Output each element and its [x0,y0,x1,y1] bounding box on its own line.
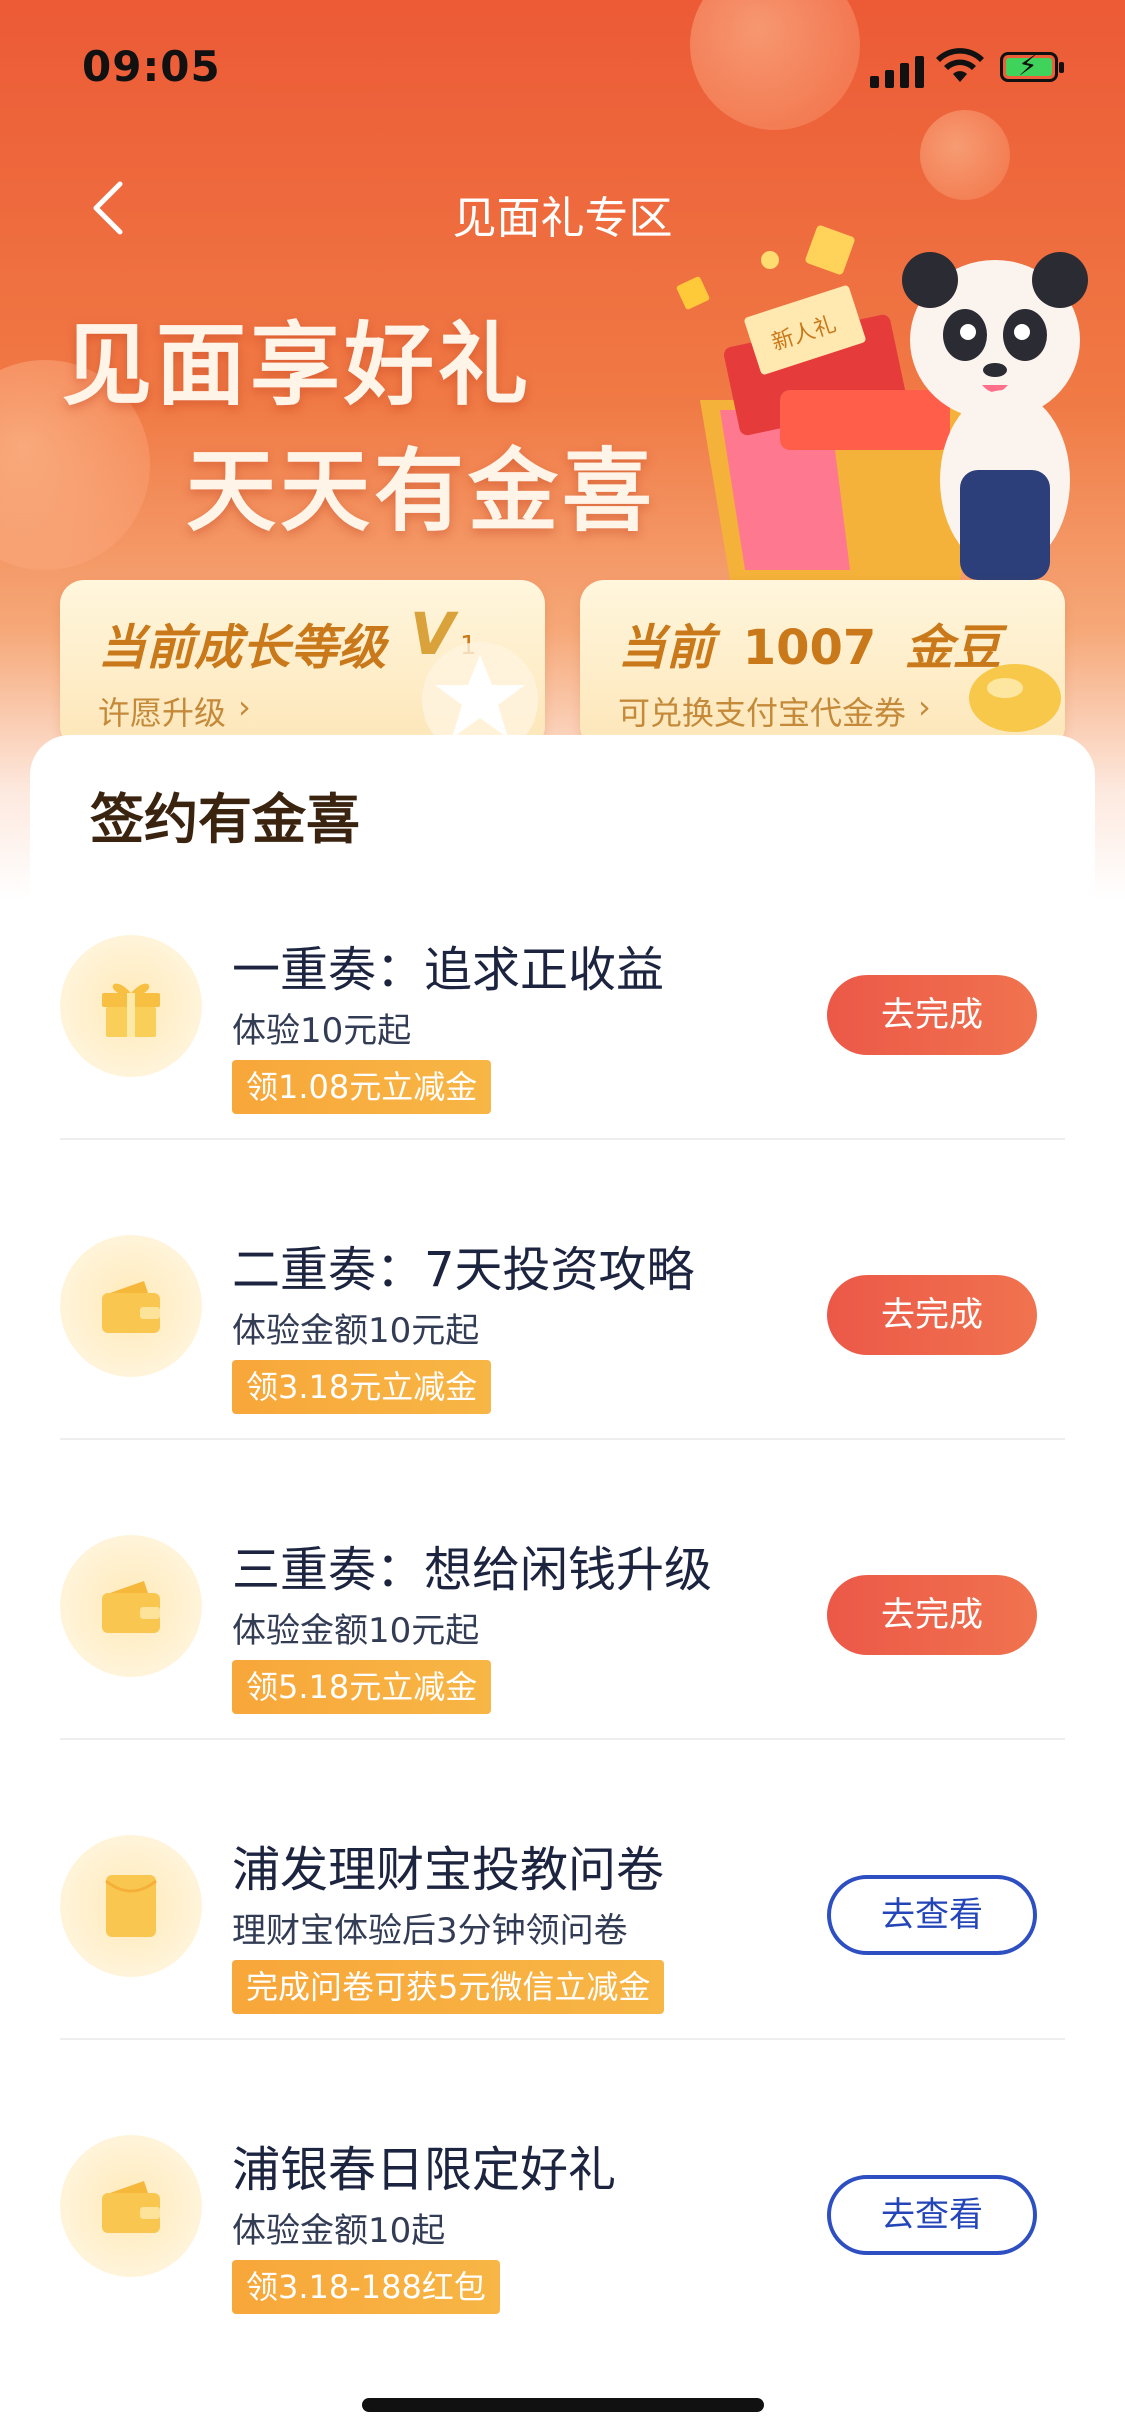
chevron-right-icon: › [238,688,251,726]
list-item: 一重奏：追求正收益 体验10元起 领1.08元立减金 去完成 [60,840,1065,1140]
growth-level-card[interactable]: 当前成长等级 V 1 许愿升级 › [60,580,545,750]
wallet-icon [102,2181,160,2233]
complete-button[interactable]: 去完成 [827,1275,1037,1355]
task-title: 二重奏：7天投资攻略 [232,1242,695,1298]
envelope-icon [105,1875,157,1937]
list-item: 三重奏：想给闲钱升级 体验金额10元起 领5.18元立减金 去完成 [60,1440,1065,1740]
task-list-card: 签约有金喜 一重奏：追求正收益 体验10元起 领1.08元立减金 去完成 二重奏… [30,735,1095,2335]
task-icon-circle [60,1535,202,1677]
list-item: 浦发理财宝投教问卷 理财宝体验后3分钟领问卷 完成问卷可获5元微信立减金 去查看 [60,1740,1065,2040]
status-time: 09:05 [82,42,221,91]
wallet-icon [102,1281,160,1333]
task-title: 浦银春日限定好礼 [232,2142,617,2198]
task-subtitle: 体验金额10元起 [232,1311,480,1351]
battery-icon: ⚡ [1000,51,1064,82]
list-item: 浦银春日限定好礼 体验金额10起 领3.18-188红包 去查看 [60,2040,1065,2340]
exchange-coupon-link[interactable]: 可兑换支付宝代金券 [618,688,906,734]
wallet-icon [102,1581,160,1633]
complete-button[interactable]: 去完成 [827,1575,1037,1655]
task-icon-circle [60,2135,202,2277]
bean-amount: 1007 [742,620,877,676]
wifi-icon [936,48,984,82]
reward-tag: 领1.08元立减金 [232,1060,492,1114]
reward-tag: 领3.18-188红包 [232,2260,500,2314]
task-icon-circle [60,1835,202,1977]
gift-icon [102,983,160,1037]
gold-bean-icon [969,664,1061,732]
chevron-right-icon: › [918,688,931,726]
reward-tag: 领5.18元立减金 [232,1660,492,1714]
task-title: 浦发理财宝投教问卷 [232,1842,665,1898]
task-title: 一重奏：追求正收益 [232,942,665,998]
task-subtitle: 理财宝体验后3分钟领问卷 [232,1911,628,1951]
home-indicator[interactable] [362,2398,764,2412]
status-bar: 09:05 ⚡ [0,0,1125,140]
hero-slogan-line2: 天天有金喜 [186,439,656,544]
task-icon-circle [60,1235,202,1377]
task-title: 三重奏：想给闲钱升级 [232,1542,713,1598]
reward-tag: 完成问卷可获5元微信立减金 [232,1960,665,2014]
view-button[interactable]: 去查看 [827,2175,1037,2255]
list-item: 二重奏：7天投资攻略 体验金额10元起 领3.18元立减金 去完成 [60,1140,1065,1440]
task-subtitle: 体验金额10元起 [232,1611,480,1651]
gold-bean-balance: 当前 1007 金豆 [618,620,1002,676]
task-subtitle: 体验10元起 [232,1011,412,1051]
view-button[interactable]: 去查看 [827,1875,1037,1955]
hero-slogan-line1: 见面享好礼 [62,313,532,418]
growth-level-title: 当前成长等级 [98,620,387,676]
complete-button[interactable]: 去完成 [827,975,1037,1055]
wish-upgrade-link[interactable]: 许愿升级 [98,688,226,734]
star-badge-icon [422,642,538,750]
panda-mascot-illustration: 新人礼 [676,225,1088,580]
reward-tag: 领3.18元立减金 [232,1360,492,1414]
task-subtitle: 体验金额10起 [232,2211,446,2251]
task-icon-circle [60,935,202,1077]
gold-bean-card[interactable]: 当前 1007 金豆 可兑换支付宝代金券 › [580,580,1065,750]
signal-icon [870,52,924,88]
